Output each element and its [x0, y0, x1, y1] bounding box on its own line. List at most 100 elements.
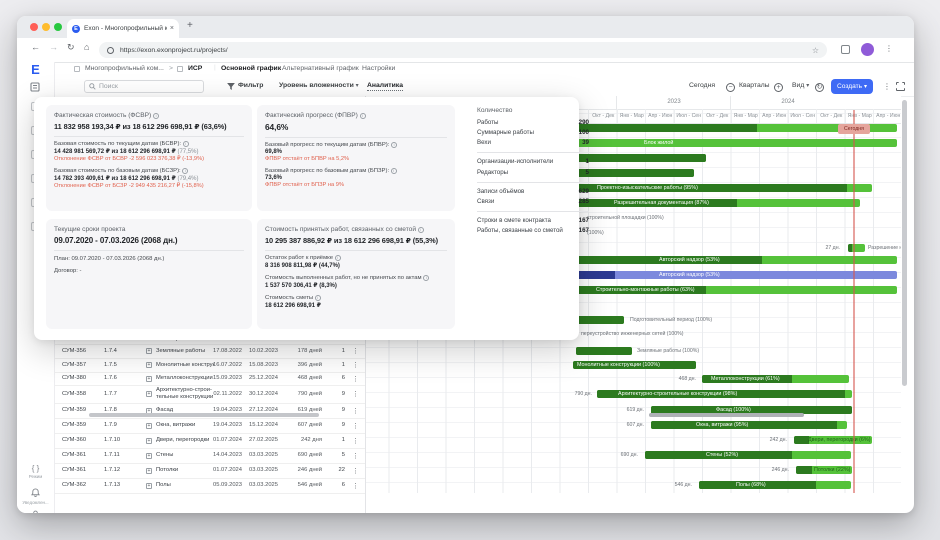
nesting-level-button[interactable]: Уровень вложенности ▾: [279, 82, 359, 89]
row-menu-icon[interactable]: ⋮: [352, 437, 359, 445]
row-menu-icon[interactable]: ⋮: [352, 390, 359, 398]
row-menu-icon[interactable]: ⋮: [352, 375, 359, 383]
info-icon[interactable]: i: [418, 227, 424, 233]
table-row[interactable]: СУМ-3561.7.4+Земляные работы17.08.202210…: [54, 344, 365, 359]
more-menu-icon[interactable]: ⋮: [883, 82, 891, 91]
history-icon[interactable]: ↻: [815, 82, 824, 92]
gantt-bar[interactable]: [848, 244, 865, 252]
browser-tabstrip: E Exon - Многопрофильный к... × +: [17, 16, 914, 38]
row-menu-icon[interactable]: ⋮: [352, 407, 359, 415]
info-icon[interactable]: i: [335, 255, 341, 261]
task-id: СУМ-357: [62, 362, 86, 368]
gantt-bar[interactable]: [651, 421, 847, 429]
traffic-close-button[interactable]: [30, 23, 38, 31]
gantt-bar-label: Металлоконструкции (61%): [711, 375, 780, 383]
row-menu-icon[interactable]: ⋮: [352, 347, 359, 355]
table-row[interactable]: СУМ-3601.7.10+Двери, перегородки01.07.20…: [54, 433, 365, 449]
browser-menu-icon[interactable]: ⋮: [885, 44, 893, 53]
counts-divider: [477, 182, 589, 183]
accepted-sub-value: 1 537 570 306,41 ₽ (8,3%): [265, 282, 447, 289]
new-tab-button[interactable]: +: [187, 20, 193, 31]
info-icon[interactable]: i: [391, 168, 397, 174]
gantt-bar[interactable]: [576, 347, 632, 355]
expand-icon[interactable]: +: [146, 423, 152, 429]
expand-icon[interactable]: +: [146, 391, 152, 397]
expand-icon[interactable]: +: [146, 348, 152, 354]
extensions-icon[interactable]: [841, 45, 850, 54]
address-bar[interactable]: https://exon.exonproject.ru/projects/ ☆: [99, 42, 827, 58]
table-row[interactable]: СУМ-3591.7.9+Окна, витражи19.04.202315.1…: [54, 418, 365, 434]
vertical-scrollbar[interactable]: [902, 100, 907, 386]
info-icon[interactable]: i: [183, 141, 189, 147]
count-row: Работы, связанные со сметой167: [477, 227, 589, 234]
home-icon[interactable]: ⌂: [84, 42, 89, 52]
row-menu-icon[interactable]: ⋮: [352, 422, 359, 430]
breadcrumb-project[interactable]: Многопрофильный ком...: [85, 65, 164, 72]
table-row[interactable]: СУМ-3581.7.7+Архитектурно-строи-тельные …: [54, 385, 365, 404]
today-button[interactable]: Сегодня: [689, 82, 715, 89]
create-button[interactable]: Создать ▾: [831, 79, 873, 94]
search-input[interactable]: Поиск: [84, 80, 204, 93]
task-end-date: 15.08.2023: [246, 362, 278, 368]
expand-icon[interactable]: +: [146, 453, 152, 459]
zoom-in-icon[interactable]: +: [774, 82, 783, 92]
task-extra-value: 1: [332, 348, 345, 354]
view-button[interactable]: Вид ▾: [792, 82, 809, 89]
quarters-scale-button[interactable]: Кварталы: [739, 82, 770, 89]
site-info-icon[interactable]: [107, 47, 114, 54]
task-start-date: 01.07.2024: [209, 467, 242, 473]
zoom-out-icon[interactable]: −: [726, 82, 735, 92]
project-icon[interactable]: [29, 79, 41, 91]
close-tab-icon[interactable]: ×: [170, 25, 174, 32]
info-icon[interactable]: i: [391, 142, 397, 148]
traffic-minimize-button[interactable]: [42, 23, 50, 31]
row-menu-icon[interactable]: ⋮: [352, 482, 359, 490]
filter-button[interactable]: Фильтр: [238, 82, 263, 89]
dates-contract: Договор: -: [54, 268, 244, 274]
task-wbs: 1.7.9: [104, 422, 117, 428]
task-id: СУМ-356: [62, 348, 86, 354]
reload-icon[interactable]: ↻: [67, 42, 75, 53]
tab-alt-schedule[interactable]: Альтернативный график: [282, 65, 359, 72]
sidebar-item-режим[interactable]: { }Режим: [17, 464, 54, 479]
expand-icon[interactable]: +: [146, 483, 152, 489]
gantt-bar[interactable]: [699, 481, 851, 489]
table-horizontal-scrollbar[interactable]: [89, 413, 319, 417]
table-row[interactable]: СУМ-3571.7.5+Монолитные конструкц...16.0…: [54, 358, 365, 373]
tab-main-schedule[interactable]: Основной график: [221, 65, 281, 72]
gantt-bar-progress: [796, 466, 812, 474]
back-icon[interactable]: ←: [31, 42, 40, 52]
info-icon[interactable]: i: [153, 113, 159, 119]
breadcrumb-section[interactable]: ИСР: [188, 65, 202, 72]
expand-icon[interactable]: +: [146, 376, 152, 382]
info-icon[interactable]: i: [182, 168, 188, 174]
info-icon[interactable]: i: [360, 113, 366, 119]
task-end-date: 03.03.2025: [246, 482, 278, 488]
row-menu-icon[interactable]: ⋮: [352, 361, 359, 369]
fullscreen-icon[interactable]: [896, 82, 905, 91]
sidebar-item-аккаунт[interactable]: Аккаунт: [17, 510, 54, 513]
table-row[interactable]: СУМ-3611.7.12+Потолки01.07.202403.03.202…: [54, 463, 365, 479]
table-row[interactable]: СУМ-3611.7.11+Стены14.04.202303.03.20256…: [54, 448, 365, 464]
traffic-zoom-button[interactable]: [54, 23, 62, 31]
expand-icon[interactable]: +: [146, 438, 152, 444]
profile-avatar[interactable]: [861, 43, 874, 56]
browser-tab[interactable]: E Exon - Многопрофильный к... ×: [67, 19, 179, 38]
forward-icon[interactable]: →: [49, 42, 58, 52]
chevron-down-icon: ▾: [356, 83, 359, 89]
gantt-bar[interactable]: [645, 451, 851, 459]
info-icon[interactable]: i: [315, 295, 321, 301]
table-row[interactable]: СУМ-3801.7.6+Металлоконструкции15.09.202…: [54, 372, 365, 386]
analytics-button[interactable]: Аналитика: [367, 82, 403, 91]
tab-settings[interactable]: Настройки: [362, 65, 395, 72]
row-menu-icon[interactable]: ⋮: [352, 452, 359, 460]
bookmark-star-icon[interactable]: ☆: [812, 46, 819, 55]
table-row[interactable]: СУМ-3621.7.13+Полы05.09.202303.03.202554…: [54, 478, 365, 494]
gantt-horizontal-scrollbar[interactable]: [649, 413, 804, 417]
sidebar-item-уведомлен[interactable]: Уведомлен...: [17, 488, 54, 505]
row-menu-icon[interactable]: ⋮: [352, 467, 359, 475]
expand-icon[interactable]: +: [146, 468, 152, 474]
info-icon[interactable]: i: [423, 275, 429, 281]
expand-icon[interactable]: +: [146, 362, 152, 368]
gantt-bar-progress: [576, 347, 632, 355]
